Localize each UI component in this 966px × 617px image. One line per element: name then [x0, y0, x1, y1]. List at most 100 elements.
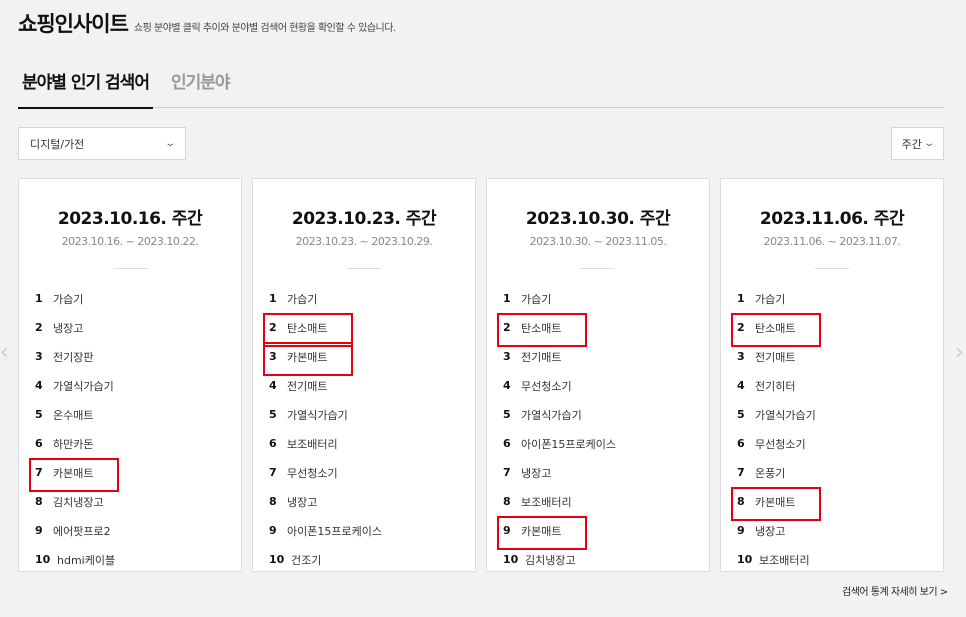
keyword-list-item[interactable]: 4 전기매트 — [253, 371, 475, 400]
keyword-text: 김치냉장고 — [525, 553, 576, 567]
keyword-text: 아이폰15프로케이스 — [521, 437, 616, 451]
keyword-list: 1 가습기 2 탄소매트 3 전기매트 4 무선청소기 5 가열식가습기 6 아이폰15프로케이스 7 냉… — [487, 284, 709, 574]
keyword-rank: 2 — [737, 321, 745, 334]
keyword-list-item[interactable]: 6 하만카돈 — [19, 429, 241, 458]
keyword-text: 카본매트 — [521, 524, 562, 538]
card-date-range: 2023.10.30. ~ 2023.11.05. — [529, 235, 667, 248]
keyword-list-item[interactable]: 5 온수매트 — [19, 400, 241, 429]
keyword-text: 보조배터리 — [759, 553, 810, 567]
tab-popular-categories[interactable]: 인기분야 — [167, 62, 234, 108]
keyword-list-item[interactable]: 4 무선청소기 — [487, 371, 709, 400]
keyword-rank: 1 — [503, 292, 511, 305]
keyword-list-item[interactable]: 2 탄소매트 — [721, 313, 943, 347]
keyword-rank: 4 — [737, 379, 745, 392]
keyword-text: 카본매트 — [755, 495, 796, 509]
keyword-rank: 3 — [503, 350, 511, 363]
keyword-list-item[interactable]: 5 가열식가습기 — [487, 400, 709, 429]
keyword-list-item[interactable]: 3 전기매트 — [721, 342, 943, 371]
weekly-ranking-card: 2023.11.06. 주간 2023.11.06. ~ 2023.11.07. 1… — [720, 178, 944, 572]
keyword-list-item[interactable]: 9 카본매트 — [487, 516, 709, 550]
keyword-list-item[interactable]: 7 온풍기 — [721, 458, 943, 487]
keyword-rank: 6 — [737, 437, 745, 450]
keyword-text: 가열식가습기 — [53, 379, 114, 393]
keyword-list-item[interactable]: 3 전기매트 — [487, 342, 709, 371]
card-date-range: 2023.10.16. ~ 2023.10.22. — [61, 235, 199, 248]
card-date-range: 2023.10.23. ~ 2023.10.29. — [295, 235, 433, 248]
keyword-rank: 9 — [503, 524, 511, 537]
keyword-rank: 3 — [35, 350, 43, 363]
keyword-rank: 2 — [35, 321, 43, 334]
keyword-list-item[interactable]: 7 냉장고 — [487, 458, 709, 487]
keyword-rank: 7 — [35, 466, 43, 479]
weekly-cards: 2023.10.16. 주간 2023.10.16. ~ 2023.10.22. 1… — [18, 178, 944, 572]
keyword-rank: 1 — [269, 292, 277, 305]
keyword-list-item[interactable]: 9 에어팟프로2 — [19, 516, 241, 545]
keyword-list-item[interactable]: 2 탄소매트 — [487, 313, 709, 347]
tab-popular-keywords[interactable]: 분야별 인기 검색어 — [18, 62, 153, 109]
keyword-text: 온수매트 — [53, 408, 94, 422]
keyword-list-item[interactable]: 2 냉장고 — [19, 313, 241, 342]
keyword-list-item[interactable]: 8 김치냉장고 — [19, 487, 241, 516]
keyword-list-item[interactable]: 10 건조기 — [253, 545, 475, 574]
keyword-text: 무선청소기 — [521, 379, 572, 393]
category-select[interactable]: 디지털/가전 ⌄ — [18, 127, 186, 160]
keyword-text: 전기히터 — [755, 379, 796, 393]
keyword-rank: 8 — [269, 495, 277, 508]
keyword-rank: 8 — [503, 495, 511, 508]
keyword-list: 1 가습기 2 냉장고 3 전기장판 4 가열식가습기 5 온수매트 6 하만카돈 7 카본매트 8 김치냉장… — [19, 284, 241, 574]
keyword-list-item[interactable]: 3 카본매트 — [253, 342, 475, 376]
chevron-left-icon[interactable]: ‹ — [0, 340, 9, 365]
keyword-list-item[interactable]: 7 무선청소기 — [253, 458, 475, 487]
keyword-text: 가습기 — [521, 292, 552, 306]
keyword-rank: 9 — [269, 524, 277, 537]
chevron-down-icon: ⌄ — [163, 138, 176, 149]
keyword-stats-more-link[interactable]: 검색어 통계 자세히 보기 > — [842, 583, 948, 598]
keyword-rank: 9 — [737, 524, 745, 537]
keyword-list-item[interactable]: 10 보조배터리 — [721, 545, 943, 574]
keyword-list-item[interactable]: 4 가열식가습기 — [19, 371, 241, 400]
page-title: 쇼핑인사이트 — [18, 12, 129, 36]
keyword-text: 전기매트 — [287, 379, 328, 393]
keyword-rank: 10 — [503, 553, 519, 566]
chevron-right-icon[interactable]: › — [955, 340, 964, 365]
keyword-rank: 4 — [35, 379, 43, 392]
keyword-rank: 10 — [737, 553, 753, 566]
period-select[interactable]: 주간 ⌄ — [891, 127, 944, 160]
keyword-list-item[interactable]: 8 카본매트 — [721, 487, 943, 521]
keyword-list-item[interactable]: 3 전기장판 — [19, 342, 241, 371]
keyword-rank: 8 — [35, 495, 43, 508]
keyword-list-item[interactable]: 7 카본매트 — [19, 458, 241, 492]
keyword-list-item[interactable]: 1 가습기 — [721, 284, 943, 313]
keyword-list-item[interactable]: 2 탄소매트 — [253, 313, 475, 347]
keyword-list-item[interactable]: 8 보조배터리 — [487, 487, 709, 516]
keyword-list-item[interactable]: 1 가습기 — [487, 284, 709, 313]
keyword-list-item[interactable]: 5 가열식가습기 — [721, 400, 943, 429]
weekly-ranking-card: 2023.10.23. 주간 2023.10.23. ~ 2023.10.29. 1… — [252, 178, 476, 572]
keyword-rank: 5 — [503, 408, 511, 421]
keyword-list: 1 가습기 2 탄소매트 3 전기매트 4 전기히터 5 가열식가습기 6 무선청소기 7 온풍기 8 카본매… — [721, 284, 943, 574]
keyword-list: 1 가습기 2 탄소매트 3 카본매트 4 전기매트 5 가열식가습기 6 보조배터리 7 무선청소기 8 냉… — [253, 284, 475, 574]
keyword-list-item[interactable]: 6 아이폰15프로케이스 — [487, 429, 709, 458]
keyword-list-item[interactable]: 4 전기히터 — [721, 371, 943, 400]
keyword-rank: 7 — [269, 466, 277, 479]
keyword-list-item[interactable]: 10 hdmi케이블 — [19, 545, 241, 574]
keyword-rank: 5 — [269, 408, 277, 421]
card-divider — [347, 268, 381, 269]
keyword-text: 가습기 — [53, 292, 84, 306]
keyword-list-item[interactable]: 9 아이폰15프로케이스 — [253, 516, 475, 545]
keyword-list-item[interactable]: 9 냉장고 — [721, 516, 943, 545]
keyword-list-item[interactable]: 6 보조배터리 — [253, 429, 475, 458]
keyword-list-item[interactable]: 1 가습기 — [253, 284, 475, 313]
keyword-list-item[interactable]: 6 무선청소기 — [721, 429, 943, 458]
page-description: 쇼핑 분야별 클릭 추이와 분야별 검색어 현황을 확인할 수 있습니다. — [133, 23, 396, 34]
card-week-title: 2023.10.16. 주간 — [57, 209, 203, 229]
keyword-text: 가열식가습기 — [755, 408, 816, 422]
keyword-text: 탄소매트 — [755, 321, 796, 335]
keyword-text: 무선청소기 — [755, 437, 806, 451]
keyword-list-item[interactable]: 8 냉장고 — [253, 487, 475, 516]
keyword-text: 하만카돈 — [53, 437, 94, 451]
keyword-rank: 1 — [35, 292, 43, 305]
keyword-list-item[interactable]: 5 가열식가습기 — [253, 400, 475, 429]
keyword-list-item[interactable]: 1 가습기 — [19, 284, 241, 313]
keyword-list-item[interactable]: 10 김치냉장고 — [487, 545, 709, 574]
